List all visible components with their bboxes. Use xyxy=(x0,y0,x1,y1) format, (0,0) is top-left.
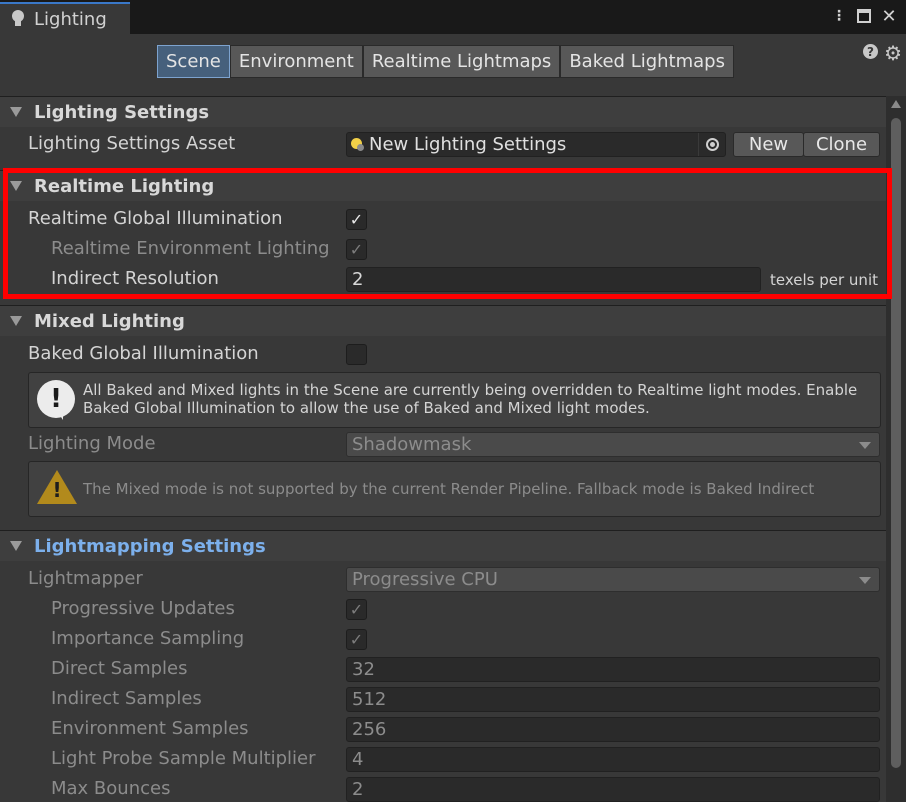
field-label: Direct Samples xyxy=(51,658,188,679)
window-controls: ⋮ ✕ xyxy=(830,6,898,27)
environment-samples-input[interactable]: 256 xyxy=(346,717,880,742)
field-label: Lighting Mode xyxy=(28,433,156,454)
gear-icon[interactable]: ⚙ xyxy=(884,41,902,65)
info-icon: ! xyxy=(37,380,75,420)
new-button[interactable]: New xyxy=(733,132,804,157)
direct-samples-input[interactable]: 32 xyxy=(346,657,880,682)
baked-gi-row: Baked Global Illumination xyxy=(0,339,886,369)
lighting-window-tab[interactable]: Lighting xyxy=(0,2,130,34)
foldout-arrow-icon[interactable] xyxy=(10,541,22,551)
kebab-menu-icon[interactable]: ⋮ xyxy=(830,6,848,26)
field-label: Lighting Settings Asset xyxy=(28,133,236,154)
direct-samples-row: Direct Samples 32 xyxy=(0,654,886,684)
editor-tab-strip: Lighting ⋮ ✕ xyxy=(0,0,906,34)
field-label: Environment Samples xyxy=(51,718,249,739)
mode-toolbar: Scene Environment Realtime Lightmaps Bak… xyxy=(0,34,906,96)
asset-name: New Lighting Settings xyxy=(369,134,567,155)
info-message: All Baked and Mixed lights in the Scene … xyxy=(83,381,858,417)
lightmapper-dropdown[interactable]: Progressive CPU xyxy=(346,567,880,592)
warning-message: The Mixed mode is not supported by the c… xyxy=(83,480,815,498)
light-probe-multiplier-input[interactable]: 4 xyxy=(346,747,880,772)
max-bounces-row: Max Bounces 2 xyxy=(0,774,886,802)
chevron-down-icon xyxy=(859,442,871,449)
object-picker-button[interactable] xyxy=(698,133,725,156)
lightmapper-row: Lightmapper Progressive CPU xyxy=(0,564,886,594)
section-lighting-settings[interactable]: Lighting Settings xyxy=(0,96,886,127)
lighting-mode-dropdown[interactable]: Shadowmask xyxy=(346,432,880,457)
foldout-arrow-icon[interactable] xyxy=(10,316,22,326)
chevron-down-icon xyxy=(859,577,871,584)
close-icon[interactable]: ✕ xyxy=(880,6,898,27)
baked-gi-checkbox[interactable] xyxy=(346,344,367,365)
target-icon xyxy=(705,138,719,151)
field-label: Progressive Updates xyxy=(51,598,235,619)
lightbulb-icon xyxy=(12,10,24,28)
field-label: Indirect Samples xyxy=(51,688,202,709)
dropdown-value: Shadowmask xyxy=(352,434,472,455)
field-label: Lightmapper xyxy=(28,568,143,589)
max-bounces-input[interactable]: 2 xyxy=(346,777,880,802)
indirect-samples-input[interactable]: 512 xyxy=(346,687,880,712)
section-title: Mixed Lighting xyxy=(34,310,185,332)
light-probe-multiplier-row: Light Probe Sample Multiplier 4 xyxy=(0,744,886,774)
scrollbar-thumb[interactable] xyxy=(891,118,901,768)
importance-sampling-checkbox[interactable]: ✓ xyxy=(346,629,367,650)
info-helpbox: ! All Baked and Mixed lights in the Scen… xyxy=(28,372,881,428)
window-title: Lighting xyxy=(34,8,107,30)
section-title: Lighting Settings xyxy=(34,101,210,123)
scroll-up-arrow-icon[interactable] xyxy=(891,100,901,108)
field-label: Importance Sampling xyxy=(51,628,245,649)
highlight-annotation-box xyxy=(3,168,892,299)
field-label: Max Bounces xyxy=(51,778,171,799)
field-label: Baked Global Illumination xyxy=(28,343,259,364)
mode-tabs: Scene Environment Realtime Lightmaps Bak… xyxy=(157,45,734,78)
field-label: Light Probe Sample Multiplier xyxy=(51,748,316,769)
tab-scene[interactable]: Scene xyxy=(157,45,230,78)
progressive-updates-row: Progressive Updates ✓ xyxy=(0,594,886,624)
lighting-mode-row: Lighting Mode Shadowmask xyxy=(0,429,886,459)
clone-button[interactable]: Clone xyxy=(803,132,880,157)
lighting-settings-asset-field[interactable]: New Lighting Settings xyxy=(346,132,726,157)
foldout-arrow-icon[interactable] xyxy=(10,107,22,117)
tab-baked-lightmaps[interactable]: Baked Lightmaps xyxy=(560,45,734,78)
help-icon[interactable]: ? xyxy=(863,44,878,59)
warning-helpbox: ! The Mixed mode is not supported by the… xyxy=(28,461,881,517)
progressive-updates-checkbox[interactable]: ✓ xyxy=(346,599,367,620)
section-mixed-lighting[interactable]: Mixed Lighting xyxy=(0,305,886,336)
importance-sampling-row: Importance Sampling ✓ xyxy=(0,624,886,654)
lighting-asset-icon xyxy=(351,138,364,152)
lighting-settings-asset-row: Lighting Settings Asset New Lighting Set… xyxy=(0,129,886,159)
section-lightmapping-settings[interactable]: Lightmapping Settings xyxy=(0,530,886,561)
environment-samples-row: Environment Samples 256 xyxy=(0,714,886,744)
tab-realtime-lightmaps[interactable]: Realtime Lightmaps xyxy=(362,45,561,78)
indirect-samples-row: Indirect Samples 512 xyxy=(0,684,886,714)
dropdown-value: Progressive CPU xyxy=(352,569,498,590)
maximize-icon[interactable] xyxy=(857,9,871,23)
section-title: Lightmapping Settings xyxy=(34,535,266,557)
tab-environment[interactable]: Environment xyxy=(229,45,363,78)
